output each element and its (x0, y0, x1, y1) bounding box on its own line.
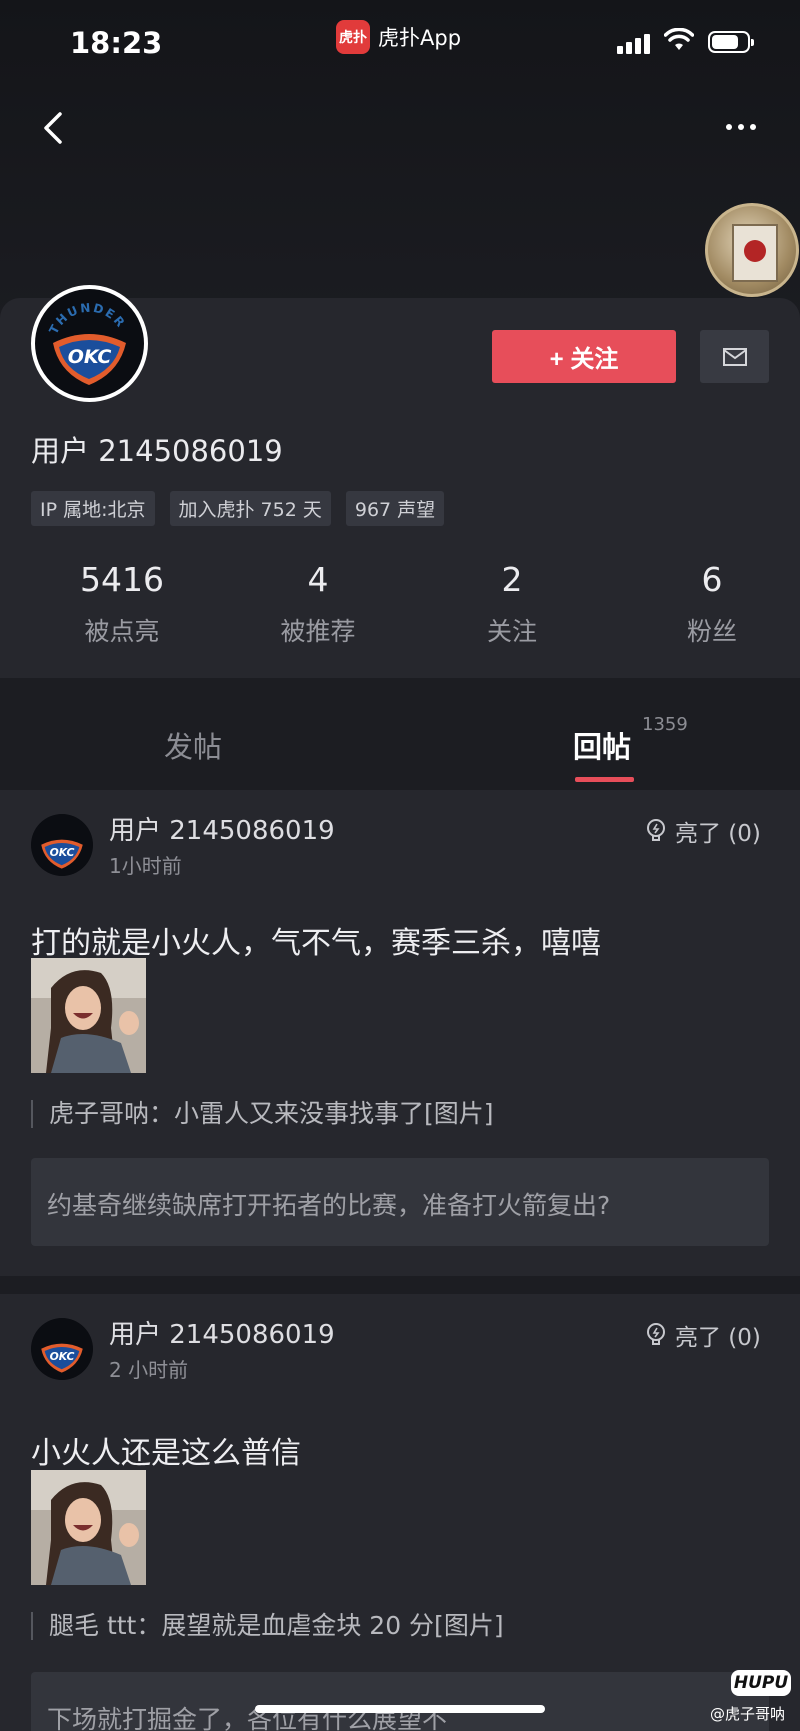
ip-location-tag: IP 属地:北京 (31, 491, 155, 526)
reply-card[interactable]: OKC 用户 2145086019 1小时前 亮了 (0) 打的就是小火人，气不… (0, 790, 800, 1276)
reply-avatar[interactable]: OKC (31, 814, 93, 876)
reply-image[interactable] (31, 958, 146, 1073)
envelope-icon (722, 347, 747, 366)
stat-fans[interactable]: 6 粉丝 (612, 560, 800, 648)
reply-text: 小火人还是这么普信 (31, 1436, 301, 1471)
hupu-logo-icon: 虎扑 (336, 20, 370, 54)
reputation-tag: 967 声望 (345, 491, 445, 526)
reply-time: 1小时前 (109, 854, 182, 878)
stat-label: 被点亮 (84, 617, 160, 646)
reply-image[interactable] (31, 1470, 146, 1585)
stat-value: 6 (701, 560, 723, 599)
profile-tags: IP 属地:北京 加入虎扑 752 天 967 声望 (31, 491, 445, 526)
app-name: 虎扑App (378, 26, 462, 50)
profile-username: 用户 2145086019 (31, 434, 283, 468)
more-options-button[interactable] (726, 112, 776, 142)
thread-context[interactable]: 下场就打掘金了，各位有什么展望不 (31, 1672, 769, 1731)
thread-context[interactable]: 约基奇继续缺席打开拓者的比赛，准备打火箭复出? (31, 1158, 769, 1246)
okc-thunder-logo-icon: OKC (31, 1318, 93, 1380)
hupu-watermark-logo: HUPU (731, 1670, 791, 1696)
light-button[interactable]: 亮了 (0) (645, 814, 761, 848)
reply-card[interactable]: OKC 用户 2145086019 2 小时前 亮了 (0) 小火人还是这么普信… (0, 1294, 800, 1731)
okc-thunder-logo-icon: OKC (31, 814, 93, 876)
light-count: 亮了 (0) (675, 821, 761, 847)
woman-laughing-image (31, 958, 146, 1073)
active-tab-indicator (575, 777, 634, 782)
stat-label: 关注 (486, 617, 537, 646)
lightbulb-icon (647, 819, 665, 841)
back-button[interactable] (34, 104, 74, 152)
stat-value: 4 (307, 560, 329, 599)
stat-label: 被推荐 (280, 617, 356, 646)
reply-username[interactable]: 用户 2145086019 (109, 810, 335, 847)
stat-following[interactable]: 2 关注 (412, 560, 612, 648)
profile-stats: 5416 被点亮 4 被推荐 2 关注 6 粉丝 (0, 560, 800, 648)
user-avatar[interactable]: THUNDER OKC (31, 285, 148, 402)
tab-posts[interactable]: 发帖 (164, 724, 222, 766)
svg-text:OKC: OKC (68, 346, 112, 368)
svg-text:OKC: OKC (50, 846, 75, 859)
light-count: 亮了 (0) (675, 1325, 761, 1351)
stat-label: 粉丝 (686, 617, 737, 646)
message-button[interactable] (700, 330, 769, 383)
replies-count: 1359 (642, 714, 688, 735)
signal-icon (617, 32, 651, 54)
badge-medal-icon[interactable] (705, 203, 799, 297)
app-indicator: 虎扑 虎扑App (336, 20, 461, 54)
reply-text: 打的就是小火人，气不气，赛季三杀，嘻嘻 (31, 926, 601, 961)
wifi-icon (664, 28, 694, 50)
join-days-tag: 加入虎扑 752 天 (169, 491, 331, 526)
home-indicator (255, 1705, 545, 1713)
okc-thunder-logo-icon: THUNDER OKC (35, 289, 144, 398)
battery-icon (708, 31, 754, 53)
reply-time: 2 小时前 (109, 1358, 189, 1382)
light-button[interactable]: 亮了 (0) (645, 1318, 761, 1352)
watermark-text: @虎子哥呐 (710, 1705, 786, 1723)
status-time: 18:23 (70, 26, 163, 60)
stat-recommended[interactable]: 4 被推荐 (218, 560, 418, 648)
reply-username[interactable]: 用户 2145086019 (109, 1314, 335, 1351)
quoted-reply[interactable]: 虎子哥呐：小雷人又来没事找事了[图片] (31, 1100, 494, 1128)
stat-lit[interactable]: 5416 被点亮 (22, 560, 222, 648)
reply-avatar[interactable]: OKC (31, 1318, 93, 1380)
stat-value: 5416 (80, 560, 164, 599)
tab-replies[interactable]: 回帖 (573, 724, 631, 766)
svg-text:OKC: OKC (50, 1350, 75, 1363)
tabs-bar (0, 696, 800, 786)
quoted-reply[interactable]: 腿毛 ttt：展望就是血虐金块 20 分[图片] (31, 1612, 504, 1640)
lightbulb-icon (647, 1323, 665, 1345)
follow-button[interactable]: + 关注 (492, 330, 676, 383)
woman-laughing-image (31, 1470, 146, 1585)
status-bar: 18:23 虎扑 虎扑App (0, 0, 800, 90)
stat-value: 2 (501, 560, 523, 599)
